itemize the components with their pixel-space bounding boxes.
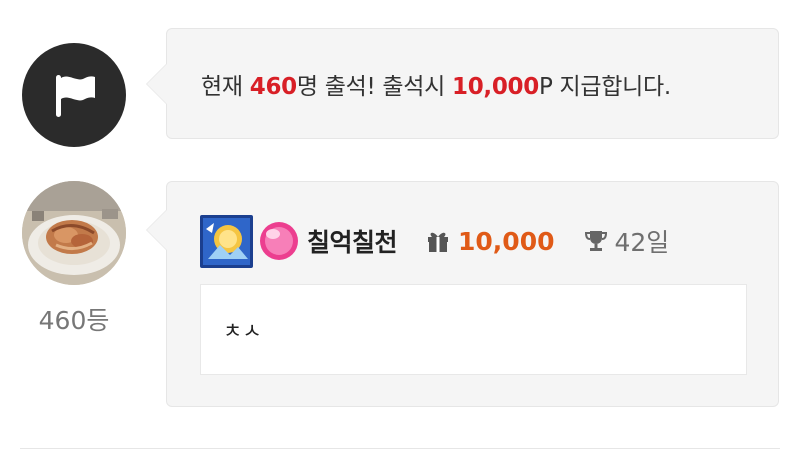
level-icon: [200, 214, 253, 268]
user-meta: 칠억칠천 10,000 42일: [200, 214, 669, 268]
user-points: 10,000: [458, 226, 555, 256]
attendance-days: 42일: [614, 228, 670, 257]
gem-icon: [260, 222, 298, 260]
flag-icon: [56, 75, 95, 117]
gift-icon: [428, 232, 449, 252]
comment-text: ㅊㅅ: [223, 319, 262, 343]
divider: [20, 448, 780, 449]
notice-bubble: 현재 460명 출석! 출석시 10,000P 지급합니다.: [146, 28, 779, 139]
attendance-notice-row: 현재 460명 출석! 출석시 10,000P 지급합니다.: [0, 28, 800, 147]
flag-avatar: [22, 43, 126, 147]
user-avatar[interactable]: [22, 181, 126, 285]
comment-box: ㅊㅅ: [200, 284, 747, 375]
attendance-rank: 460등: [38, 306, 110, 335]
entry-bubble: 칠억칠천 10,000 42일 ㅊㅅ: [146, 181, 779, 407]
notice-suffix: P 지급합니다.: [538, 74, 671, 100]
notice-middle: 명 출석! 출석시: [296, 74, 452, 100]
attendance-count: 460: [249, 74, 297, 100]
reward-points: 10,000: [451, 74, 539, 100]
avatar-photo-image: [22, 181, 126, 285]
attendance-entry: 460등 칠억칠천 10,000 42일 ㅊㅅ: [0, 181, 800, 409]
trophy-icon: [584, 231, 607, 251]
notice-prefix: 현재: [201, 74, 250, 100]
attendance-notice-text: 현재 460명 출석! 출석시 10,000P 지급합니다.: [201, 67, 671, 101]
user-nickname[interactable]: 칠억칠천: [307, 223, 398, 259]
